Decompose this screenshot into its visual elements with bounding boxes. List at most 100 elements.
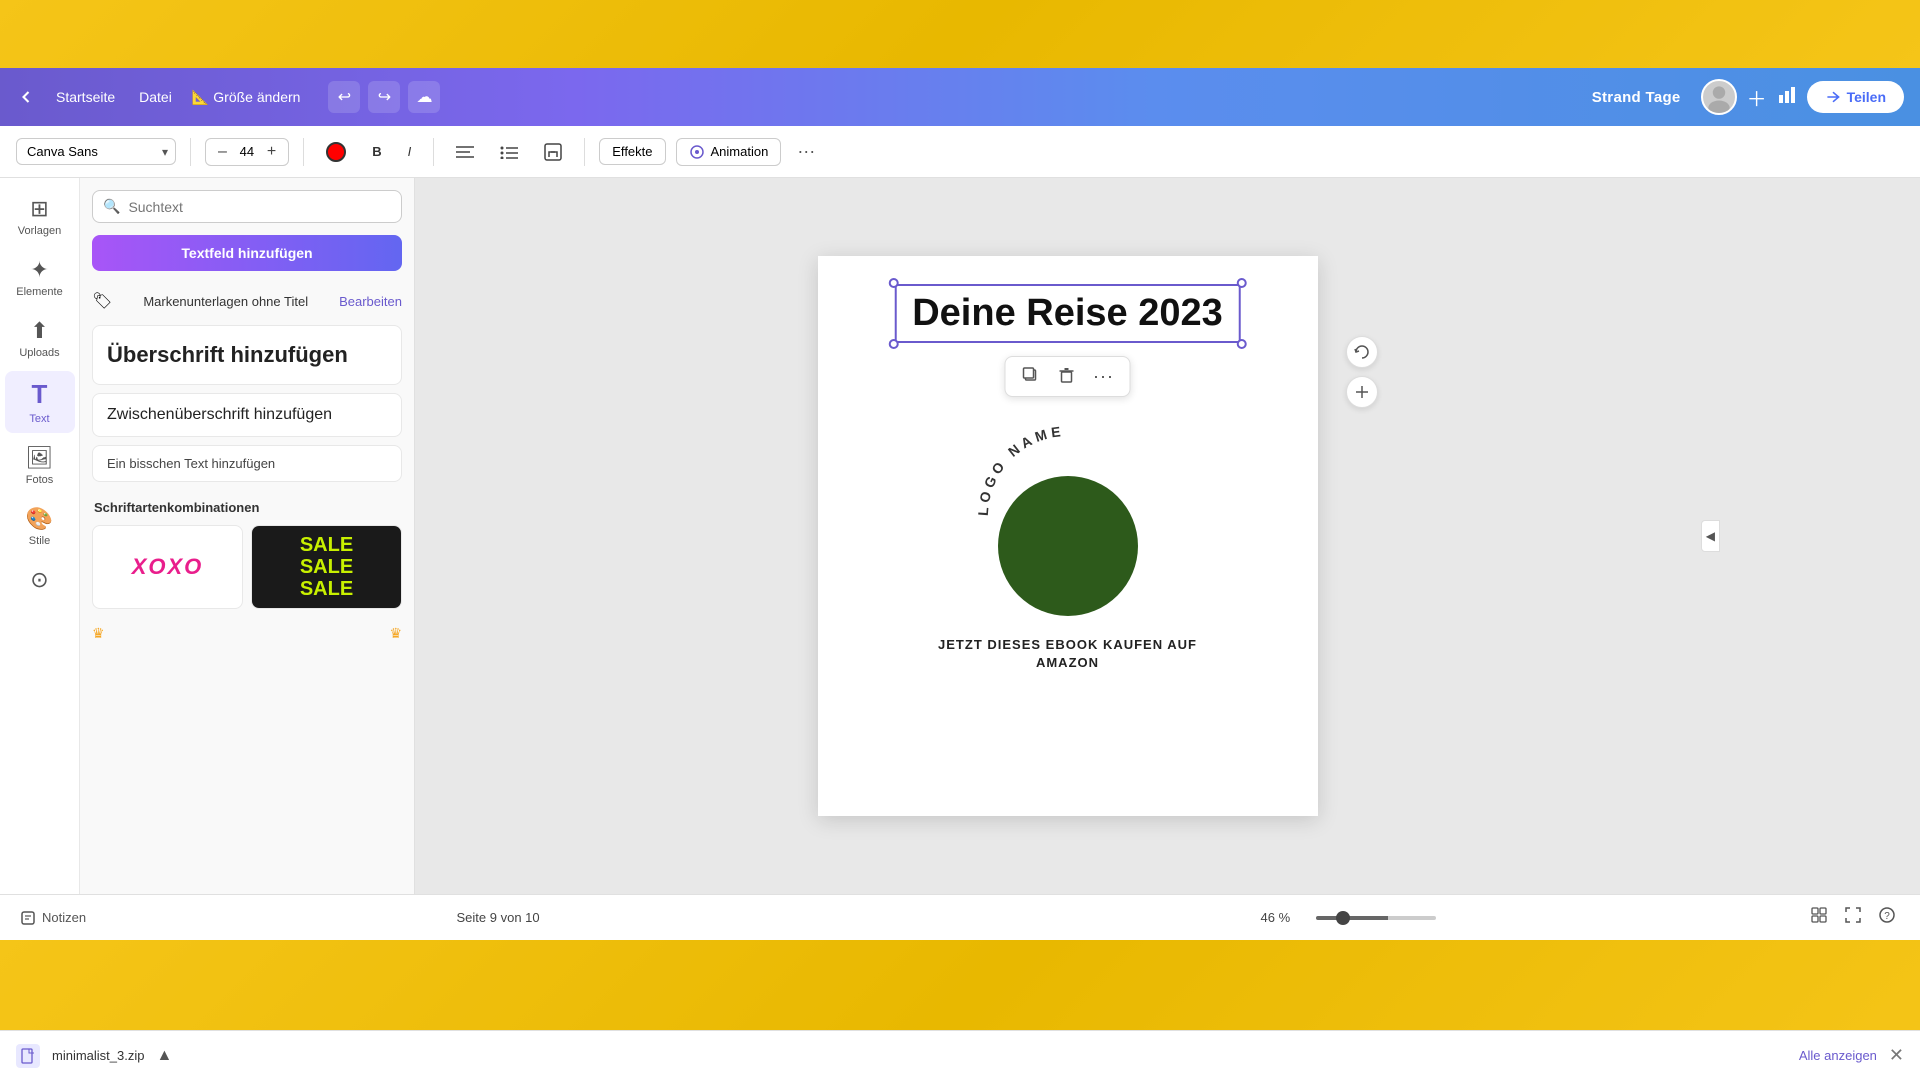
brand-icon: 🏷 — [92, 291, 112, 311]
font-family-select-wrap: Canva Sans — [16, 138, 176, 165]
home-link[interactable]: Startseite — [56, 89, 115, 105]
zoom-slider[interactable] — [1316, 916, 1436, 920]
document-title: Strand Tage — [1592, 89, 1681, 106]
brand-edit-link[interactable]: Bearbeiten — [339, 294, 402, 309]
font-combinations: XOXO SALE SALE SALE — [80, 521, 414, 621]
grid-view-button[interactable] — [1806, 902, 1832, 933]
font-size-increase[interactable]: + — [263, 143, 280, 161]
undo-button[interactable]: ↩ — [328, 81, 360, 113]
font-size-control: – 44 + — [205, 138, 289, 166]
font-size-value: 44 — [235, 144, 259, 159]
color-indicator — [326, 142, 346, 162]
svg-text:?: ? — [1884, 911, 1890, 922]
bottom-right-buttons: ? — [1806, 902, 1900, 933]
font-combo-1[interactable]: XOXO — [92, 525, 243, 609]
delete-button[interactable] — [1049, 361, 1083, 392]
brand-title: Markenunterlagen ohne Titel — [143, 294, 308, 309]
resize-handle-bl[interactable] — [888, 339, 898, 349]
logo-circle — [998, 476, 1138, 616]
font-combos-title: Schriftartenkombinationen — [80, 488, 414, 521]
search-icon: 🔍 — [103, 198, 120, 215]
crown-icon-right: ♛ — [389, 625, 402, 642]
selected-text-box[interactable]: Deine Reise 2023 — [894, 284, 1241, 343]
sidebar-item-more[interactable]: ⊙ — [5, 559, 75, 601]
redo-button[interactable]: ↪ — [368, 81, 400, 113]
font-size-decrease[interactable]: – — [214, 143, 231, 161]
analytics-button[interactable] — [1777, 85, 1797, 110]
zoom-percent: 46 % — [1261, 910, 1306, 925]
rotate-handles — [1346, 336, 1378, 408]
font-combo-2[interactable]: SALE SALE SALE — [251, 525, 402, 609]
resize-text-button[interactable] — [536, 139, 570, 165]
text-color-button[interactable] — [318, 138, 354, 166]
add-subheading-option[interactable]: Zwischenüberschrift hinzufügen — [92, 393, 402, 437]
add-heading-option[interactable]: Überschrift hinzufügen — [92, 325, 402, 385]
share-button[interactable]: Teilen — [1807, 81, 1904, 113]
elemente-icon: ✦ — [30, 257, 48, 283]
effekte-button[interactable]: Effekte — [599, 138, 665, 165]
alle-anzeigen-link[interactable]: Alle anzeigen — [1799, 1048, 1877, 1063]
sidebar-label-uploads: Uploads — [19, 347, 59, 359]
align-button[interactable] — [448, 141, 482, 163]
sidebar-item-stile[interactable]: 🎨 Stile — [5, 498, 75, 555]
text-options: Überschrift hinzufügen Zwischenüberschri… — [80, 319, 414, 488]
resize-handle-br[interactable] — [1237, 339, 1247, 349]
search-input[interactable] — [128, 199, 391, 215]
search-box: 🔍 — [92, 190, 402, 223]
brand-section: 🏷 Markenunterlagen ohne Titel Bearbeiten — [80, 283, 414, 319]
italic-button[interactable]: I — [400, 140, 420, 163]
canvas-sidebar-toggle[interactable]: ◀ — [1701, 520, 1720, 552]
user-avatar[interactable] — [1701, 79, 1737, 115]
ebook-text-line2: AMAZON — [928, 654, 1208, 672]
crown-area: ♛ ♛ — [80, 621, 414, 646]
download-close-button[interactable]: ✕ — [1889, 1045, 1904, 1066]
copy-button[interactable] — [1013, 361, 1047, 392]
resize-handle-tr[interactable] — [1237, 278, 1247, 288]
document-page: Deine Reise 2023 ··· — [818, 256, 1318, 816]
download-filename: minimalist_3.zip — [52, 1048, 144, 1063]
fullscreen-button[interactable] — [1840, 902, 1866, 933]
add-collaborator-button[interactable]: ＋ — [1747, 83, 1767, 112]
more-text-options-button[interactable]: ··· — [1085, 361, 1122, 392]
add-body-option[interactable]: Ein bisschen Text hinzufügen — [92, 445, 402, 482]
sidebar-item-fotos[interactable]: 🖼 Fotos — [5, 437, 75, 494]
rotate-handle-1[interactable] — [1346, 336, 1378, 368]
font-family-select[interactable]: Canva Sans — [16, 138, 176, 165]
notes-button[interactable]: Notizen — [20, 910, 86, 926]
vorlagen-icon: ⊞ — [30, 196, 48, 222]
sidebar-label-text: Text — [29, 413, 49, 425]
rotate-handle-2[interactable] — [1346, 376, 1378, 408]
xoxo-label: XOXO — [132, 554, 204, 580]
cloud-save-button[interactable]: ☁ — [408, 81, 440, 113]
more-options-button[interactable]: ··· — [791, 137, 821, 166]
ebook-section: JETZT DIESES EBOOK KAUFEN AUF AMAZON — [928, 636, 1208, 672]
download-bar: minimalist_3.zip ▲ Alle anzeigen ✕ — [0, 1030, 1920, 1080]
resize-handle-tl[interactable] — [888, 278, 898, 288]
help-button[interactable]: ? — [1874, 902, 1900, 933]
sidebar-item-uploads[interactable]: ⬆ Uploads — [5, 310, 75, 367]
file-icon — [16, 1044, 40, 1068]
logo-section: LOGO NAME JETZT DIESES EBOOK KAUFEN AUF … — [928, 456, 1208, 672]
text-float-toolbar: ··· — [1004, 356, 1131, 397]
sidebar-label-elemente: Elemente — [16, 286, 62, 298]
list-button[interactable] — [492, 141, 526, 163]
formatting-toolbar: Canva Sans – 44 + B I Effekte Animation — [0, 126, 1920, 178]
uploads-icon: ⬆ — [30, 318, 48, 344]
grosse-button[interactable]: 📐 Größe ändern — [192, 89, 301, 106]
sidebar-item-text[interactable]: T Text — [5, 371, 75, 433]
grosse-emoji: 📐 — [192, 89, 209, 106]
datei-menu[interactable]: Datei — [139, 89, 172, 105]
add-textfield-button[interactable]: Textfeld hinzufügen — [92, 235, 402, 271]
back-button[interactable] — [16, 87, 36, 107]
text-icon: T — [32, 379, 48, 410]
text-content: Deine Reise 2023 — [912, 292, 1223, 334]
sidebar-item-vorlagen[interactable]: ⊞ Vorlagen — [5, 188, 75, 245]
stile-icon: 🎨 — [26, 506, 53, 532]
bold-button[interactable]: B — [364, 140, 389, 163]
logo-container: LOGO NAME — [968, 456, 1168, 616]
animation-button[interactable]: Animation — [676, 138, 782, 166]
page-info: Seite 9 von 10 — [457, 910, 540, 925]
download-chevron[interactable]: ▲ — [156, 1047, 172, 1065]
left-sidebar: ⊞ Vorlagen ✦ Elemente ⬆ Uploads T Text 🖼… — [0, 178, 80, 894]
sidebar-item-elemente[interactable]: ✦ Elemente — [5, 249, 75, 306]
